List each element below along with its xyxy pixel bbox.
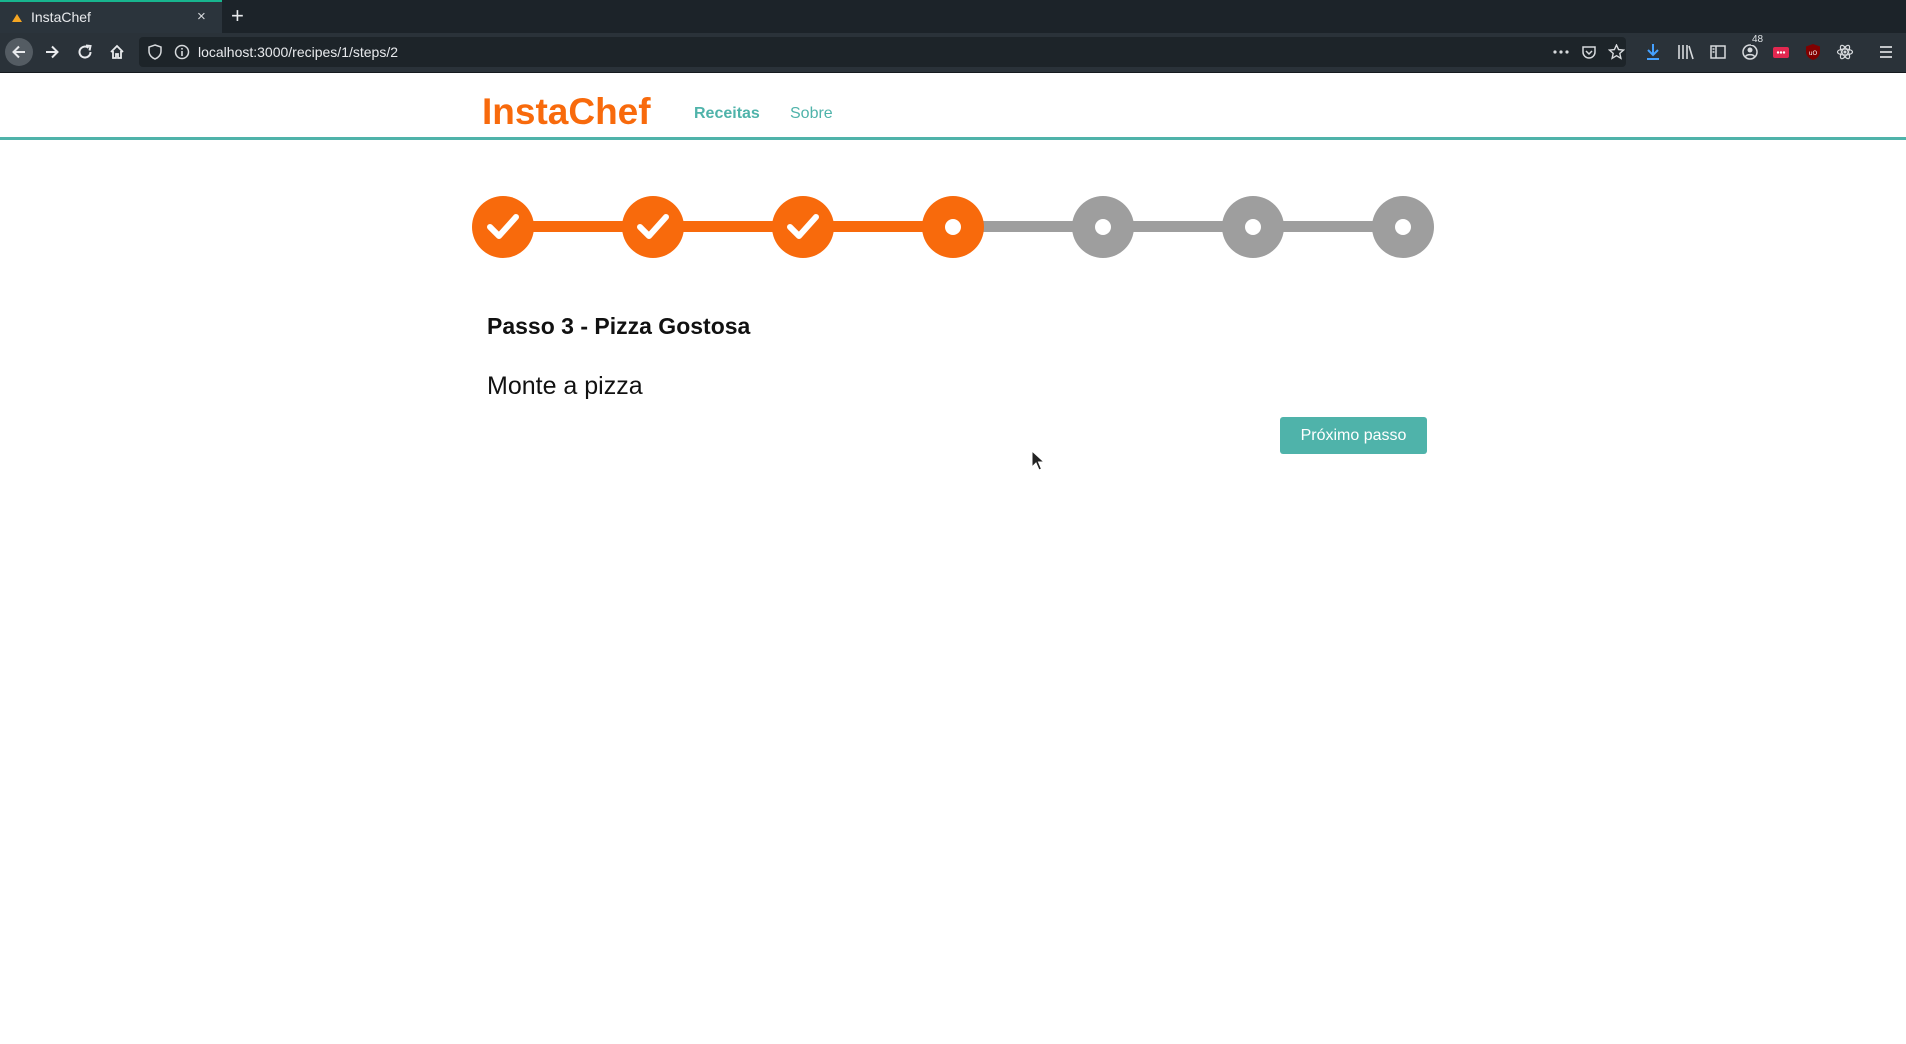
pending-step-dot-icon xyxy=(1395,219,1411,235)
react-devtools-icon[interactable] xyxy=(1836,43,1854,61)
address-bar[interactable]: localhost:3000/recipes/1/steps/2 xyxy=(139,37,1626,67)
instachef-favicon-icon xyxy=(12,14,22,22)
step-2-completed xyxy=(622,196,684,258)
sidebar-icon[interactable] xyxy=(1709,43,1727,61)
browser-tab-bar: InstaChef × + xyxy=(0,0,1906,33)
svg-text:uO: uO xyxy=(1809,50,1818,57)
extension-red-icon[interactable] xyxy=(1772,43,1790,61)
checkmark-icon xyxy=(637,214,669,239)
checkmark-icon xyxy=(787,214,819,239)
next-step-button[interactable]: Próximo passo xyxy=(1280,417,1427,454)
bookmark-star-icon[interactable] xyxy=(1608,44,1625,60)
tracking-shield-icon[interactable] xyxy=(147,44,163,60)
library-icon[interactable] xyxy=(1677,43,1695,61)
site-header: InstaChef Receitas Sobre xyxy=(0,74,1906,140)
account-icon[interactable] xyxy=(1741,43,1759,61)
browser-toolbar: localhost:3000/recipes/1/steps/2 48 uO xyxy=(0,33,1906,73)
pending-step-dot-icon xyxy=(1245,219,1261,235)
home-button[interactable] xyxy=(103,38,131,66)
brand-logo[interactable]: InstaChef xyxy=(482,90,651,134)
forward-arrow-icon xyxy=(46,45,59,59)
step-1-completed xyxy=(472,196,534,258)
browser-tab[interactable]: InstaChef × xyxy=(0,0,222,33)
step-7-pending xyxy=(1372,196,1434,258)
step-5-pending xyxy=(1072,196,1134,258)
recipe-step-progress xyxy=(472,196,1434,258)
step-3-completed xyxy=(772,196,834,258)
ublock-icon[interactable]: uO xyxy=(1805,43,1821,61)
checkmark-icon xyxy=(487,214,519,239)
forward-button[interactable] xyxy=(38,38,66,66)
nav-link-receitas[interactable]: Receitas xyxy=(694,104,760,124)
page-actions-icon[interactable] xyxy=(1552,44,1570,60)
reload-button[interactable] xyxy=(71,38,99,66)
step-6-pending xyxy=(1222,196,1284,258)
current-step-dot-icon xyxy=(945,219,961,235)
step-title: Passo 3 - Pizza Gostosa xyxy=(487,313,751,339)
close-tab-icon[interactable]: × xyxy=(197,9,206,24)
hamburger-menu-icon[interactable] xyxy=(1878,43,1894,61)
new-tab-button[interactable]: + xyxy=(231,3,244,29)
step-description: Monte a pizza xyxy=(487,372,643,400)
extension-badge-count: 48 xyxy=(1751,34,1765,45)
step-4-current xyxy=(922,196,984,258)
downloads-icon[interactable] xyxy=(1645,43,1661,61)
site-info-icon[interactable] xyxy=(174,44,190,60)
home-icon xyxy=(110,44,124,59)
back-arrow-icon xyxy=(12,45,25,59)
reload-icon xyxy=(78,44,92,59)
pocket-icon[interactable] xyxy=(1581,44,1597,60)
back-button[interactable] xyxy=(5,38,33,66)
pending-step-dot-icon xyxy=(1095,219,1111,235)
mouse-cursor-icon xyxy=(1031,450,1045,471)
nav-link-sobre[interactable]: Sobre xyxy=(790,104,833,124)
url-text[interactable]: localhost:3000/recipes/1/steps/2 xyxy=(198,44,398,60)
tab-title: InstaChef xyxy=(31,9,91,25)
